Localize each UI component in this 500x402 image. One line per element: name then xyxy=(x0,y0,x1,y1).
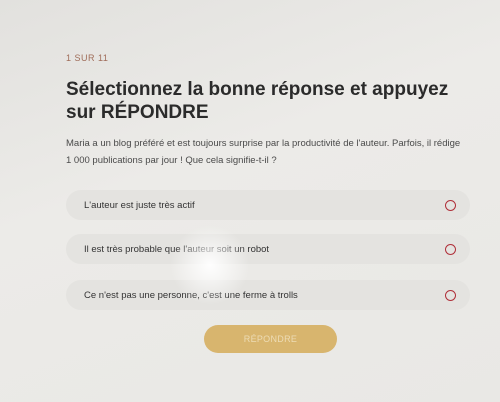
radio-circle-icon[interactable] xyxy=(445,199,456,211)
question-title: Sélectionnez la bonne réponse et appuyez… xyxy=(66,79,449,123)
answer-option-1[interactable]: L'auteur est juste très actif xyxy=(66,190,470,220)
question-description: Maria a un blog préféré et est toujours … xyxy=(66,138,461,166)
answer-option-label: L'auteur est juste très actif xyxy=(84,199,195,211)
answer-option-3[interactable]: Ce n'est pas une personne, c'est une fer… xyxy=(66,280,470,310)
question-progress: 1 SUR 11 xyxy=(66,53,109,63)
answer-option-label: Ce n'est pas une personne, c'est une fer… xyxy=(84,289,298,301)
answer-option-label: Il est très probable que l'auteur soit u… xyxy=(84,243,270,255)
submit-answer-button[interactable]: RÉPONDRE xyxy=(204,325,337,353)
quiz-screen: 1 SUR 11 Sélectionnez la bonne réponse e… xyxy=(0,0,500,402)
radio-circle-icon[interactable] xyxy=(445,289,456,301)
radio-circle-icon[interactable] xyxy=(445,243,456,255)
answer-option-2[interactable]: Il est très probable que l'auteur soit u… xyxy=(66,234,470,264)
